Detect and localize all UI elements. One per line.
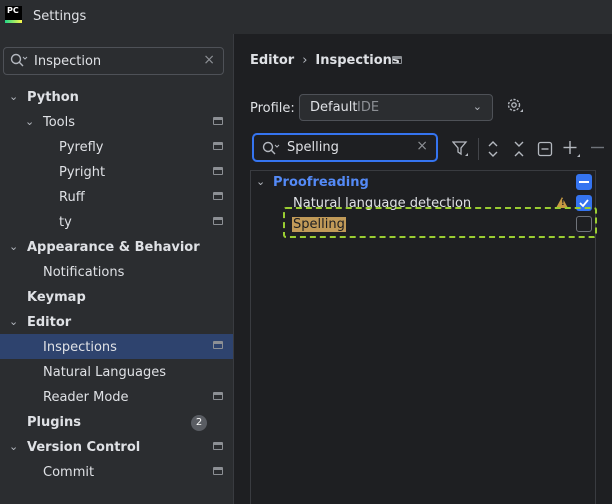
sidebar-item-notifications[interactable]: Notifications bbox=[0, 260, 233, 285]
project-level-icon bbox=[213, 142, 223, 150]
chevron-down-icon[interactable]: ⌄ bbox=[25, 115, 34, 128]
chevron-down-icon: ⌄ bbox=[472, 100, 482, 113]
project-level-icon bbox=[213, 217, 223, 225]
check-icon bbox=[579, 199, 589, 208]
project-level-icon bbox=[213, 442, 223, 450]
settings-content: Editor › Inspections Profile: Default IDE … bbox=[234, 34, 612, 504]
sidebar-item-label: Ruff bbox=[59, 190, 85, 205]
collapse-all-icon[interactable] bbox=[512, 140, 526, 158]
warning-icon: ! bbox=[556, 197, 568, 208]
sidebar-item-label: Plugins bbox=[27, 415, 81, 430]
tree-row-spelling[interactable]: Spelling bbox=[251, 213, 595, 237]
sidebar-item-keymap[interactable]: Keymap bbox=[0, 285, 233, 310]
project-level-icon bbox=[213, 192, 223, 200]
profile-dropdown[interactable]: Default IDE ⌄ bbox=[299, 94, 493, 121]
sidebar-item-ty[interactable]: ty bbox=[0, 210, 233, 235]
inspection-filter-input[interactable]: Spelling × bbox=[252, 133, 438, 162]
project-level-icon bbox=[213, 467, 223, 475]
window-title: Settings bbox=[33, 9, 87, 24]
add-icon[interactable] bbox=[563, 140, 581, 158]
settings-search-input[interactable]: Inspection × bbox=[3, 47, 224, 75]
sidebar-item-label: Notifications bbox=[43, 265, 125, 280]
sidebar-item-tools[interactable]: ⌄ Tools bbox=[0, 110, 233, 135]
sidebar-item-label: Appearance & Behavior bbox=[27, 240, 200, 255]
sidebar-item-label: Inspections bbox=[43, 340, 117, 355]
profile-scope: IDE bbox=[357, 100, 380, 115]
clear-filter-icon[interactable]: × bbox=[416, 138, 428, 154]
sidebar-item-inspections[interactable]: Inspections bbox=[0, 334, 233, 359]
checkbox-spelling[interactable] bbox=[576, 216, 592, 232]
sidebar-item-python[interactable]: ⌄ Python bbox=[0, 85, 233, 110]
sidebar-item-version-control[interactable]: ⌄ Version Control bbox=[0, 435, 233, 460]
sidebar-item-label: Reader Mode bbox=[43, 390, 129, 405]
settings-sidebar: Inspection × ⌄ Python ⌄ Tools Pyrefly Py… bbox=[0, 34, 234, 504]
sidebar-item-label: Natural Languages bbox=[43, 365, 167, 380]
checkbox-natural-language-detection[interactable] bbox=[576, 195, 592, 211]
project-level-icon bbox=[213, 117, 223, 125]
chevron-down-icon[interactable]: ⌄ bbox=[9, 90, 18, 103]
sidebar-item-label: Python bbox=[27, 90, 79, 105]
tree-row-label: Natural language detection bbox=[293, 196, 472, 211]
project-level-icon bbox=[213, 341, 223, 349]
project-level-icon bbox=[213, 167, 223, 175]
clear-search-icon[interactable]: × bbox=[203, 52, 215, 68]
search-icon bbox=[262, 141, 280, 155]
gear-icon[interactable] bbox=[506, 97, 524, 115]
breadcrumb-editor[interactable]: Editor bbox=[250, 53, 294, 68]
sidebar-item-plugins[interactable]: Plugins 2 bbox=[0, 410, 233, 435]
sidebar-item-label: Commit bbox=[43, 465, 95, 480]
sidebar-item-label: Pyright bbox=[59, 165, 106, 180]
sidebar-item-label: Pyrefly bbox=[59, 140, 104, 155]
tree-row-label: Spelling bbox=[292, 217, 346, 232]
breadcrumb-inspections: Inspections bbox=[315, 53, 400, 68]
sidebar-item-reader-mode[interactable]: Reader Mode bbox=[0, 385, 233, 410]
sidebar-item-label: Keymap bbox=[27, 290, 86, 305]
sidebar-item-label: ty bbox=[59, 215, 72, 230]
sidebar-item-ruff[interactable]: Ruff bbox=[0, 185, 233, 210]
sidebar-item-label: Editor bbox=[27, 315, 72, 330]
project-level-icon bbox=[392, 56, 402, 64]
inspections-tree: ⌄ Proofreading Natural language detectio… bbox=[250, 170, 597, 504]
chevron-down-icon[interactable]: ⌄ bbox=[256, 175, 265, 188]
checkbox-proofreading[interactable] bbox=[576, 174, 592, 190]
profile-value: Default bbox=[310, 100, 358, 115]
reset-icon[interactable] bbox=[537, 140, 553, 158]
filter-icon[interactable] bbox=[452, 140, 470, 158]
search-icon bbox=[10, 53, 28, 67]
inspection-filter-value: Spelling bbox=[287, 140, 339, 155]
profile-label: Profile: bbox=[250, 101, 295, 116]
breadcrumb-separator: › bbox=[302, 53, 308, 68]
updates-count-badge: 2 bbox=[191, 415, 207, 431]
chevron-down-icon[interactable]: ⌄ bbox=[9, 315, 18, 328]
sidebar-item-pyright[interactable]: Pyright bbox=[0, 160, 233, 185]
breadcrumb: Editor › Inspections bbox=[250, 53, 402, 68]
toolbar-separator bbox=[478, 138, 479, 160]
sidebar-item-appearance[interactable]: ⌄ Appearance & Behavior bbox=[0, 235, 233, 260]
pycharm-logo-icon: PC bbox=[5, 6, 22, 23]
sidebar-item-label: Tools bbox=[43, 115, 76, 130]
expand-all-icon[interactable] bbox=[486, 140, 500, 158]
remove-icon[interactable] bbox=[590, 140, 606, 158]
chevron-down-icon[interactable]: ⌄ bbox=[9, 440, 18, 453]
sidebar-item-natural-languages[interactable]: Natural Languages bbox=[0, 360, 233, 385]
sidebar-item-commit[interactable]: Commit bbox=[0, 460, 233, 485]
chevron-down-icon[interactable]: ⌄ bbox=[9, 240, 18, 253]
tree-row-label: Proofreading bbox=[273, 175, 369, 190]
project-level-icon bbox=[213, 392, 223, 400]
sidebar-item-label: Version Control bbox=[27, 440, 141, 455]
settings-search-value: Inspection bbox=[34, 54, 102, 69]
sidebar-item-pyrefly[interactable]: Pyrefly bbox=[0, 135, 233, 160]
title-bar: PC Settings bbox=[0, 0, 612, 34]
sidebar-item-editor[interactable]: ⌄ Editor bbox=[0, 310, 233, 335]
